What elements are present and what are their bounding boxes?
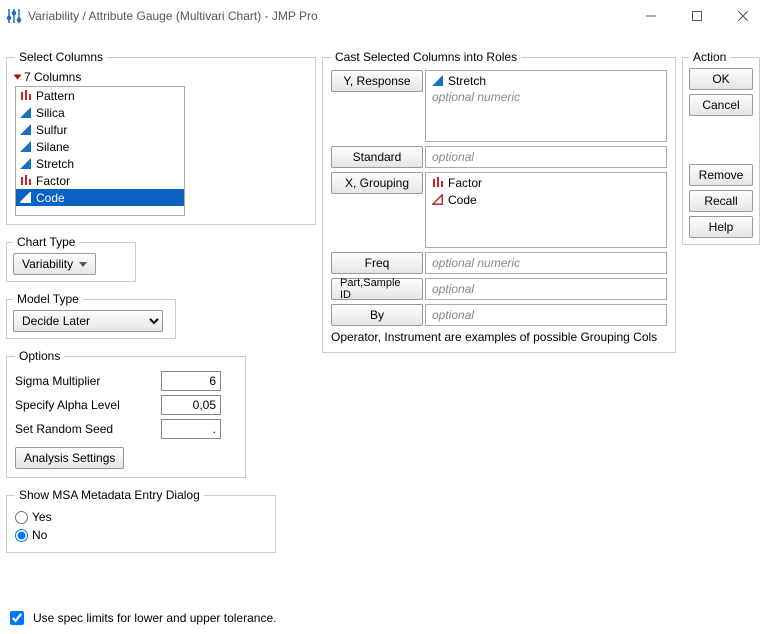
ok-button[interactable]: OK	[689, 68, 753, 90]
freq-placeholder: optional numeric	[432, 256, 660, 270]
tri-outline-red-icon	[432, 194, 444, 206]
disclosure-icon[interactable]	[14, 75, 22, 80]
recall-button[interactable]: Recall	[689, 190, 753, 212]
y-response-box[interactable]: Stretch optional numeric	[425, 70, 667, 142]
role-item[interactable]: Factor	[432, 175, 660, 191]
tri-blue-icon	[432, 75, 444, 87]
column-label: Code	[36, 191, 65, 205]
column-silane[interactable]: Silane	[16, 138, 184, 155]
action-legend: Action	[689, 50, 730, 64]
column-label: Silica	[36, 106, 65, 120]
column-label: Stretch	[36, 157, 74, 171]
spec-limits-label: Use spec limits for lower and upper tole…	[33, 611, 276, 625]
role-item[interactable]: Stretch	[432, 73, 660, 89]
options-group: Options Sigma Multiplier Specify Alpha L…	[6, 349, 246, 478]
cancel-button[interactable]: Cancel	[689, 94, 753, 116]
columns-list[interactable]: Pattern Silica Sulfur Silane Stretch Factor Co…	[15, 86, 185, 216]
column-label: Sulfur	[36, 123, 67, 137]
column-sulfur[interactable]: Sulfur	[16, 121, 184, 138]
msa-no-label: No	[32, 528, 47, 542]
role-item-label: Factor	[448, 176, 482, 190]
freq-button[interactable]: Freq	[331, 252, 423, 274]
by-placeholder: optional	[432, 308, 660, 322]
column-label: Factor	[36, 174, 70, 188]
msa-no-radio[interactable]	[15, 529, 28, 542]
model-type-legend: Model Type	[13, 292, 83, 306]
y-placeholder: optional numeric	[432, 90, 660, 104]
part-placeholder: optional	[432, 282, 660, 296]
spec-limits-checkbox[interactable]	[10, 611, 24, 625]
chart-type-legend: Chart Type	[13, 235, 79, 249]
alpha-label: Specify Alpha Level	[15, 398, 155, 412]
column-silica[interactable]: Silica	[16, 104, 184, 121]
tri-blue-icon	[20, 158, 32, 170]
maximize-button[interactable]	[674, 0, 720, 31]
standard-button[interactable]: Standard	[331, 146, 423, 168]
standard-placeholder: optional	[432, 150, 660, 164]
standard-box[interactable]: optional	[425, 146, 667, 168]
x-grouping-button[interactable]: X, Grouping	[331, 172, 423, 194]
close-button[interactable]	[720, 0, 766, 31]
model-type-group: Model Type Decide Later	[6, 292, 176, 339]
freq-box[interactable]: optional numeric	[425, 252, 667, 274]
column-pattern[interactable]: Pattern	[16, 87, 184, 104]
part-sample-box[interactable]: optional	[425, 278, 667, 300]
chart-type-select[interactable]: Variability	[13, 253, 96, 275]
msa-legend: Show MSA Metadata Entry Dialog	[15, 488, 204, 502]
seed-label: Set Random Seed	[15, 422, 155, 436]
tri-blue-icon	[20, 141, 32, 153]
bars-red-icon	[432, 177, 444, 189]
roles-group: Cast Selected Columns into Roles Y, Resp…	[322, 50, 676, 353]
model-type-select[interactable]: Decide Later	[13, 310, 163, 332]
role-item[interactable]: Code	[432, 192, 660, 208]
minimize-button[interactable]	[628, 0, 674, 31]
column-label: Silane	[36, 140, 69, 154]
sigma-label: Sigma Multiplier	[15, 374, 155, 388]
select-columns-legend: Select Columns	[15, 50, 107, 64]
msa-yes-radio[interactable]	[15, 511, 28, 524]
column-stretch[interactable]: Stretch	[16, 155, 184, 172]
action-group: Action OK Cancel Remove Recall Help	[682, 50, 760, 245]
roles-hint: Operator, Instrument are examples of pos…	[331, 330, 667, 344]
tri-blue-icon	[20, 107, 32, 119]
bars-red-icon	[20, 90, 32, 102]
alpha-input[interactable]	[161, 395, 221, 415]
bars-red-icon	[20, 175, 32, 187]
x-grouping-box[interactable]: Factor Code	[425, 172, 667, 248]
title-bar: Variability / Attribute Gauge (Multivari…	[0, 0, 766, 32]
column-factor[interactable]: Factor	[16, 172, 184, 189]
app-icon	[6, 8, 22, 24]
tri-outline-red-icon	[20, 192, 32, 204]
spec-limits-row: Use spec limits for lower and upper tole…	[6, 608, 276, 628]
column-label: Pattern	[36, 89, 75, 103]
tri-blue-icon	[20, 124, 32, 136]
by-box[interactable]: optional	[425, 304, 667, 326]
window-title: Variability / Attribute Gauge (Multivari…	[28, 9, 628, 23]
msa-group: Show MSA Metadata Entry Dialog Yes No	[6, 488, 276, 553]
roles-legend: Cast Selected Columns into Roles	[331, 50, 521, 64]
seed-input[interactable]	[161, 419, 221, 439]
column-code[interactable]: Code	[16, 189, 184, 206]
analysis-settings-button[interactable]: Analysis Settings	[15, 447, 124, 469]
by-button[interactable]: By	[331, 304, 423, 326]
columns-count: 7 Columns	[24, 70, 81, 84]
remove-button[interactable]: Remove	[689, 164, 753, 186]
sigma-input[interactable]	[161, 371, 221, 391]
help-button[interactable]: Help	[689, 216, 753, 238]
part-sample-button[interactable]: Part,Sample ID	[331, 278, 423, 300]
chart-type-group: Chart Type Variability	[6, 235, 136, 282]
role-item-label: Stretch	[448, 74, 486, 88]
y-response-button[interactable]: Y, Response	[331, 70, 423, 92]
select-columns-group: Select Columns 7 Columns Pattern Silica Su…	[6, 50, 316, 225]
options-legend: Options	[15, 349, 64, 363]
role-item-label: Code	[448, 193, 477, 207]
msa-yes-label: Yes	[32, 510, 52, 524]
